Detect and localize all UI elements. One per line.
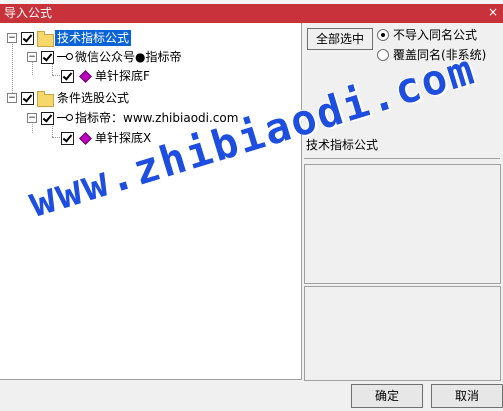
ok-button[interactable]: 确定 [351, 384, 423, 408]
tree-node-label: 微信公众号●指标帝 [75, 50, 182, 64]
tree-node-wechat-account[interactable]: − 微信公众号●指标帝 [0, 48, 300, 66]
close-button[interactable]: × [484, 4, 502, 20]
collapse-icon[interactable]: − [7, 93, 17, 103]
title-strip [0, 0, 503, 4]
collapse-icon[interactable]: − [27, 113, 37, 123]
formula-icon [79, 132, 92, 145]
radio-overwrite[interactable] [377, 49, 389, 61]
radio-no-import[interactable] [377, 29, 389, 41]
tree-node-indicator-formulas[interactable]: − 技术指标公式 [0, 29, 300, 47]
folder-icon [37, 31, 54, 47]
checkbox-icon[interactable] [21, 32, 34, 45]
collapse-icon[interactable]: − [7, 33, 17, 43]
checkbox-icon[interactable] [61, 132, 74, 145]
key-icon [57, 113, 73, 123]
preview-pane[interactable] [304, 286, 501, 381]
window-title: 导入公式 [4, 6, 53, 20]
collapse-icon[interactable]: − [27, 52, 37, 62]
select-all-button[interactable]: 全部选中 [307, 28, 373, 50]
folder-icon [37, 91, 54, 107]
checkbox-icon[interactable] [61, 70, 74, 83]
tree-node-label: 单针探底F [95, 69, 150, 83]
checkbox-icon[interactable] [21, 92, 34, 105]
formula-icon [79, 70, 92, 83]
checkbox-icon[interactable] [41, 112, 54, 125]
checkbox-icon[interactable] [41, 51, 54, 64]
title-bar[interactable]: 导入公式 × [0, 0, 503, 23]
tree-node-label: 技术指标公式 [55, 30, 132, 46]
key-icon [57, 52, 73, 62]
cancel-button[interactable]: 取消 [431, 384, 503, 408]
tree-node-formula-f[interactable]: 单针探底F [0, 67, 300, 85]
tree-node-label: 条件选股公式 [57, 91, 130, 105]
radio-no-import-label[interactable]: 不导入同名公式 [393, 28, 477, 42]
tree-node-stock-selection[interactable]: − 条件选股公式 [0, 89, 300, 107]
